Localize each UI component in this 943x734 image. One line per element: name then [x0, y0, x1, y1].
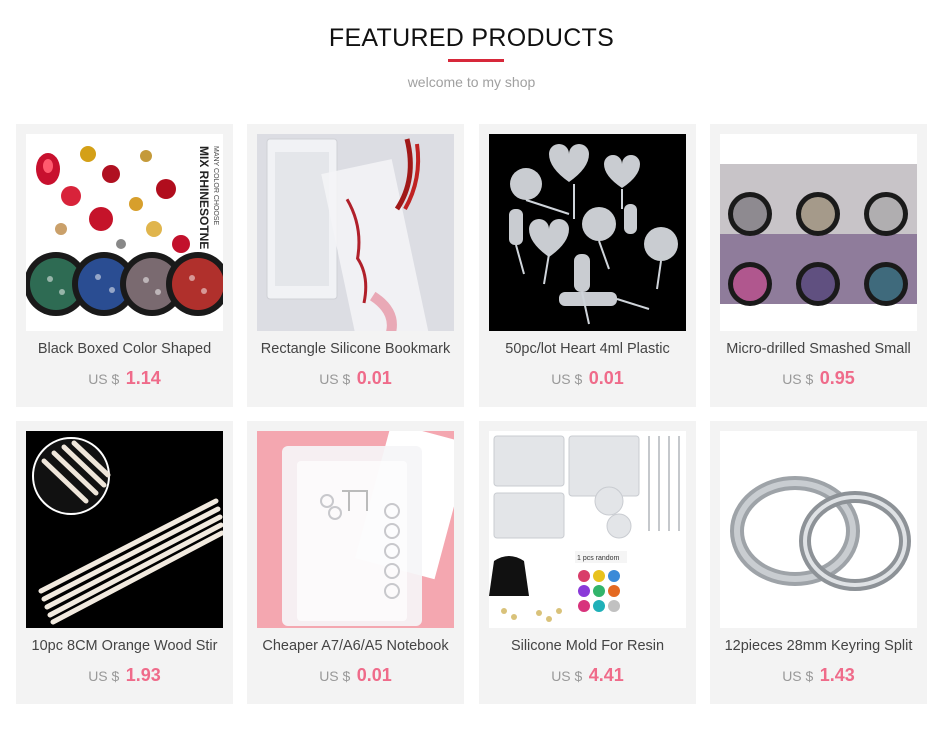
title-underline — [448, 59, 504, 62]
currency-label: US $ — [88, 668, 120, 684]
product-name[interactable]: 50pc/lot Heart 4ml Plastic — [485, 340, 690, 363]
product-card[interactable]: 50pc/lot Heart 4ml Plastic US $ 0.01 — [479, 124, 696, 407]
product-image-mold-kit[interactable]: 1 pcs random — [489, 431, 686, 628]
product-price: US $ 0.01 — [479, 368, 696, 389]
product-name[interactable]: Cheaper A7/A6/A5 Notebook — [253, 637, 458, 660]
product-price: US $ 0.95 — [710, 368, 927, 389]
product-price: US $ 0.01 — [247, 665, 464, 686]
product-name[interactable]: Silicone Mold For Resin — [485, 637, 690, 660]
product-name[interactable]: Black Boxed Color Shaped — [22, 340, 227, 363]
currency-label: US $ — [319, 668, 351, 684]
product-price: US $ 1.93 — [16, 665, 233, 686]
overlay-text: 1 pcs random — [577, 555, 620, 562]
price-value: 0.01 — [356, 368, 392, 388]
product-name[interactable]: 12pieces 28mm Keyring Split — [716, 637, 921, 660]
product-card[interactable]: 10pc 8CM Orange Wood Stir US $ 1.93 — [16, 421, 233, 704]
product-image-glitter[interactable] — [720, 134, 917, 331]
price-value: 4.41 — [588, 665, 624, 685]
product-image-pipettes[interactable] — [489, 134, 686, 331]
product-card[interactable]: MIX RHINESOTNE MANY COLOR CHOOSE Black B… — [16, 124, 233, 407]
price-value: 1.93 — [125, 665, 161, 685]
product-image-rhinestones[interactable]: MIX RHINESOTNE MANY COLOR CHOOSE — [26, 134, 223, 331]
section-header: FEATURED PRODUCTS welcome to my shop — [0, 0, 943, 110]
product-price: US $ 1.14 — [16, 368, 233, 389]
currency-label: US $ — [551, 668, 583, 684]
section-title: FEATURED PRODUCTS — [328, 24, 615, 52]
product-card[interactable]: 12pieces 28mm Keyring Split US $ 1.43 — [710, 421, 927, 704]
currency-label: US $ — [782, 371, 814, 387]
product-image-wood-sticks[interactable] — [26, 431, 223, 628]
price-value: 0.01 — [356, 665, 392, 685]
product-card[interactable]: Micro-drilled Smashed Small US $ 0.95 — [710, 124, 927, 407]
section-subtitle: welcome to my shop — [407, 74, 536, 90]
product-name[interactable]: Rectangle Silicone Bookmark — [253, 340, 458, 363]
price-value: 1.43 — [819, 665, 855, 685]
currency-label: US $ — [782, 668, 814, 684]
currency-label: US $ — [319, 371, 351, 387]
product-price: US $ 1.43 — [710, 665, 927, 686]
product-price: US $ 4.41 — [479, 665, 696, 686]
product-name[interactable]: 10pc 8CM Orange Wood Stir — [22, 637, 227, 660]
product-card[interactable]: Rectangle Silicone Bookmark US $ 0.01 — [247, 124, 464, 407]
product-image-keyrings[interactable] — [720, 431, 917, 628]
overlay-text: MIX RHINESOTNE — [197, 146, 211, 249]
product-image-notebook[interactable] — [257, 431, 454, 628]
price-value: 0.01 — [588, 368, 624, 388]
overlay-text-2: MANY COLOR CHOOSE — [212, 146, 219, 226]
product-image-bookmark[interactable] — [257, 134, 454, 331]
currency-label: US $ — [88, 371, 120, 387]
product-card[interactable]: Cheaper A7/A6/A5 Notebook US $ 0.01 — [247, 421, 464, 704]
currency-label: US $ — [551, 371, 583, 387]
price-value: 1.14 — [125, 368, 161, 388]
product-price: US $ 0.01 — [247, 368, 464, 389]
product-card[interactable]: 1 pcs random Silicone Mold For Resin US … — [479, 421, 696, 704]
price-value: 0.95 — [819, 368, 855, 388]
product-name[interactable]: Micro-drilled Smashed Small — [716, 340, 921, 363]
